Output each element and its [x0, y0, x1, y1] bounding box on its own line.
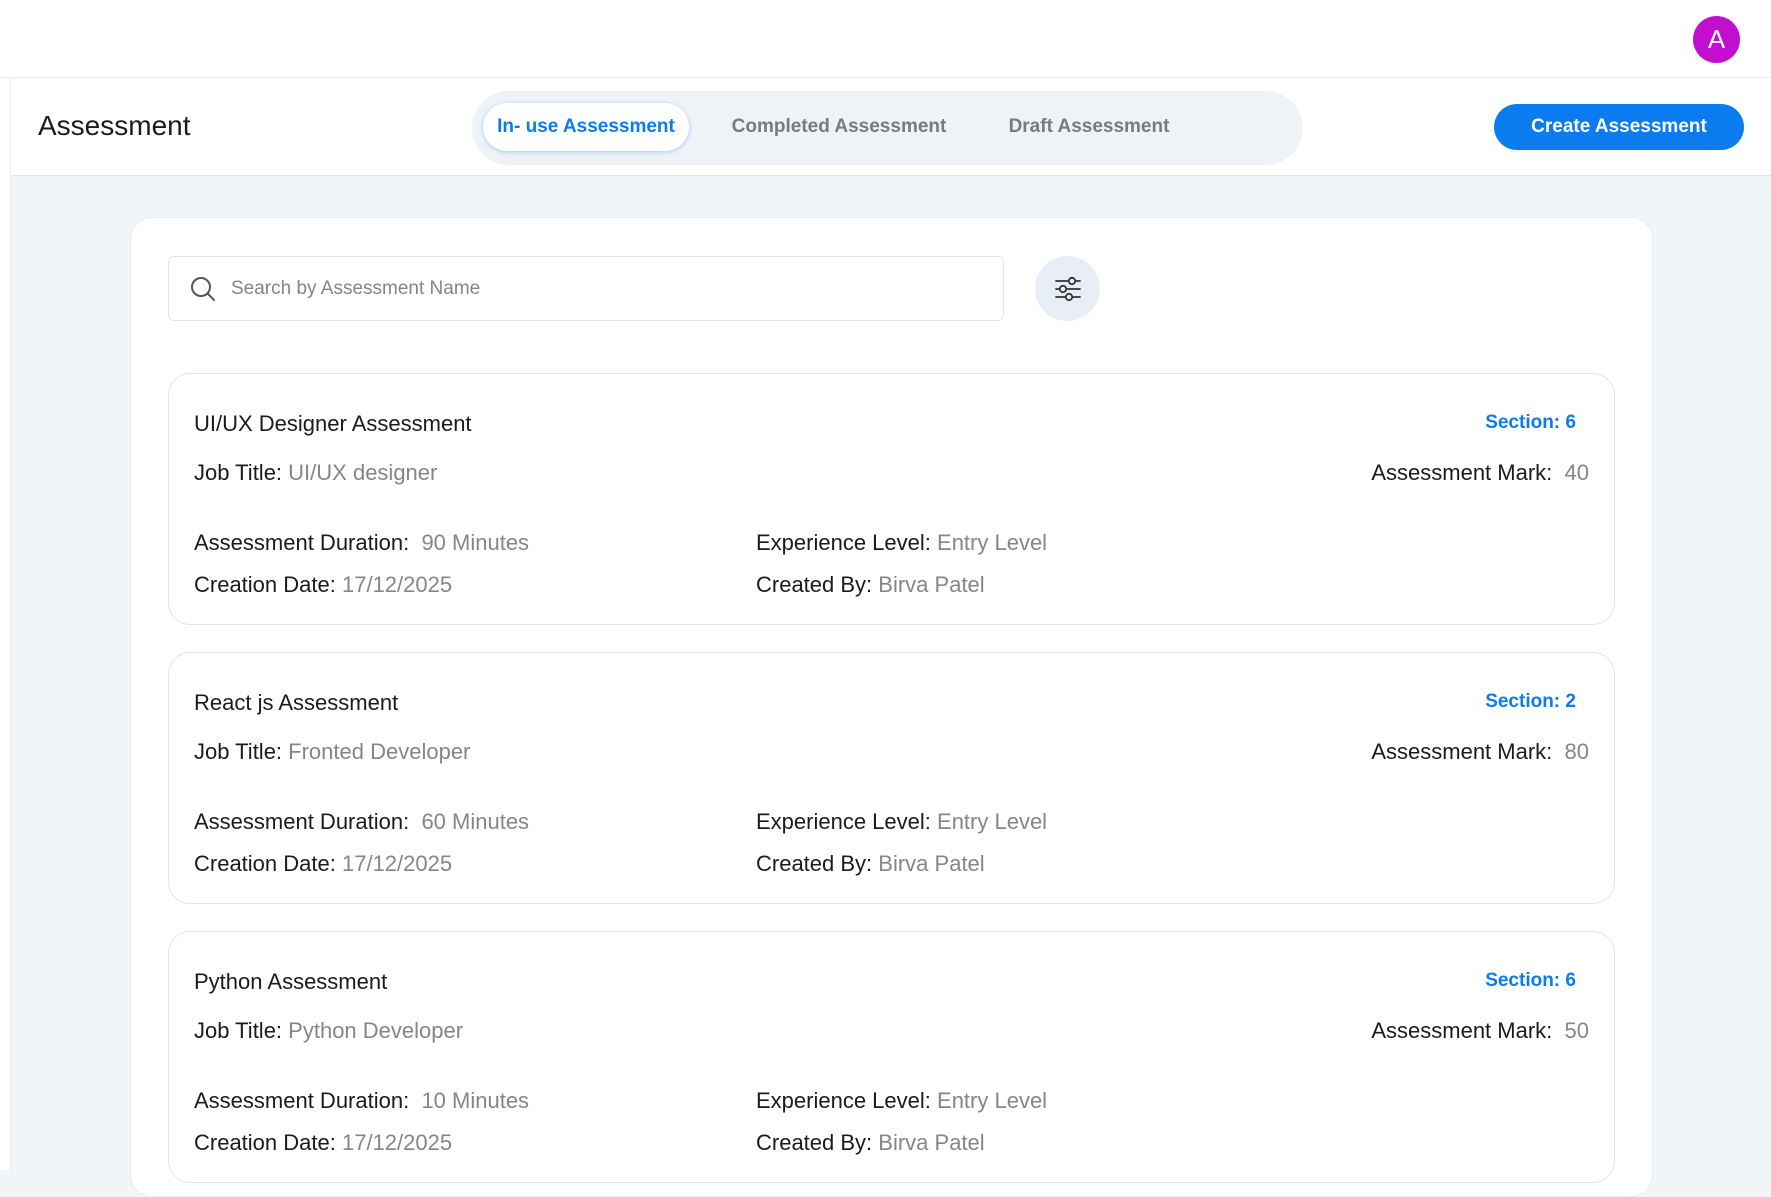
experience-value: Entry Level — [937, 530, 1048, 555]
creation-date-value: 17/12/2025 — [341, 1130, 453, 1155]
search-icon — [191, 277, 215, 301]
filter-button[interactable] — [1035, 256, 1100, 321]
tab-draft-assessment[interactable]: Draft Assessment — [989, 103, 1189, 151]
experience-label: Experience Level: — [756, 1088, 931, 1113]
assessment-list-panel: UI/UX Designer Assessment Section: 6 Job… — [130, 217, 1653, 1197]
experience-row: Experience Level: Entry Level — [756, 809, 1047, 835]
page-title: Assessment — [38, 110, 191, 141]
left-rail — [0, 78, 11, 1170]
user-avatar[interactable]: A — [1693, 16, 1740, 63]
creation-date-value: 17/12/2025 — [341, 572, 453, 597]
assessment-mark-label: Assessment Mark: — [1371, 460, 1553, 485]
job-title-row: Job Title: Python Developer — [194, 1018, 463, 1044]
assessment-name: React js Assessment — [194, 690, 399, 715]
created-by-value: Birva Patel — [878, 1130, 985, 1155]
job-title-value: UI/UX designer — [288, 460, 438, 485]
assessment-mark-row: Assessment Mark: 50 — [1371, 1018, 1589, 1044]
avatar-initial: A — [1707, 24, 1726, 54]
created-by-row: Created By: Birva Patel — [756, 1130, 985, 1156]
assessment-card[interactable]: React js Assessment Section: 2 Job Title… — [168, 652, 1615, 904]
duration-value: 10 Minutes — [421, 1088, 530, 1113]
job-title-label: Job Title: — [194, 460, 283, 485]
filter-sliders-icon — [1054, 276, 1081, 301]
experience-row: Experience Level: Entry Level — [756, 1088, 1047, 1114]
created-by-row: Created By: Birva Patel — [756, 851, 985, 877]
tab-in-use-assessment[interactable]: In- use Assessment — [483, 103, 689, 151]
job-title-row: Job Title: Fronted Developer — [194, 739, 470, 765]
job-title-row: Job Title: UI/UX designer — [194, 460, 437, 486]
top-bar: A — [0, 0, 1771, 78]
creation-date-label: Creation Date: — [194, 1130, 336, 1155]
assessment-card[interactable]: Python Assessment Section: 6 Job Title: … — [168, 931, 1615, 1183]
experience-value: Entry Level — [937, 809, 1048, 834]
created-by-label: Created By: — [756, 1130, 873, 1155]
created-by-row: Created By: Birva Patel — [756, 572, 985, 598]
assessment-mark-label: Assessment Mark: — [1371, 1018, 1553, 1043]
creation-date-label: Creation Date: — [194, 851, 336, 876]
created-by-label: Created By: — [756, 851, 873, 876]
assessment-mark-value: 80 — [1564, 739, 1589, 764]
experience-value: Entry Level — [937, 1088, 1048, 1113]
section-count: Section: 6 — [1485, 412, 1576, 433]
duration-label: Assessment Duration: — [194, 1088, 410, 1113]
job-title-value: Fronted Developer — [288, 739, 471, 764]
assessment-card[interactable]: UI/UX Designer Assessment Section: 6 Job… — [168, 373, 1615, 625]
assessment-mark-row: Assessment Mark: 80 — [1371, 739, 1589, 765]
duration-label: Assessment Duration: — [194, 809, 410, 834]
creation-date-value: 17/12/2025 — [341, 851, 453, 876]
created-by-value: Birva Patel — [878, 851, 985, 876]
duration-value: 90 Minutes — [421, 530, 530, 555]
duration-row: Assessment Duration: 60 Minutes — [194, 809, 529, 835]
creation-date-label: Creation Date: — [194, 572, 336, 597]
created-by-value: Birva Patel — [878, 572, 985, 597]
duration-row: Assessment Duration: 10 Minutes — [194, 1088, 529, 1114]
assessment-name: Python Assessment — [194, 969, 388, 994]
job-title-value: Python Developer — [288, 1018, 464, 1043]
assessment-mark-row: Assessment Mark: 40 — [1371, 460, 1589, 486]
duration-row: Assessment Duration: 90 Minutes — [194, 530, 529, 556]
assessment-name: UI/UX Designer Assessment — [194, 411, 472, 436]
experience-row: Experience Level: Entry Level — [756, 530, 1047, 556]
creation-date-row: Creation Date: 17/12/2025 — [194, 851, 452, 877]
section-count: Section: 6 — [1485, 970, 1576, 991]
creation-date-row: Creation Date: 17/12/2025 — [194, 1130, 452, 1156]
assessment-mark-value: 50 — [1564, 1018, 1589, 1043]
create-assessment-button[interactable]: Create Assessment — [1494, 104, 1744, 150]
experience-label: Experience Level: — [756, 809, 931, 834]
assessment-mark-label: Assessment Mark: — [1371, 739, 1553, 764]
assessment-mark-value: 40 — [1564, 460, 1589, 485]
created-by-label: Created By: — [756, 572, 873, 597]
page-header: Assessment In- use Assessment Completed … — [11, 78, 1771, 176]
section-count: Section: 2 — [1485, 691, 1576, 712]
search-box[interactable] — [168, 256, 1004, 321]
tab-completed-assessment[interactable]: Completed Assessment — [719, 103, 959, 151]
experience-label: Experience Level: — [756, 530, 931, 555]
assessment-tabs: In- use Assessment Completed Assessment … — [472, 91, 1303, 165]
search-input[interactable] — [231, 257, 991, 320]
duration-value: 60 Minutes — [421, 809, 530, 834]
job-title-label: Job Title: — [194, 739, 283, 764]
creation-date-row: Creation Date: 17/12/2025 — [194, 572, 452, 598]
job-title-label: Job Title: — [194, 1018, 283, 1043]
duration-label: Assessment Duration: — [194, 530, 410, 555]
